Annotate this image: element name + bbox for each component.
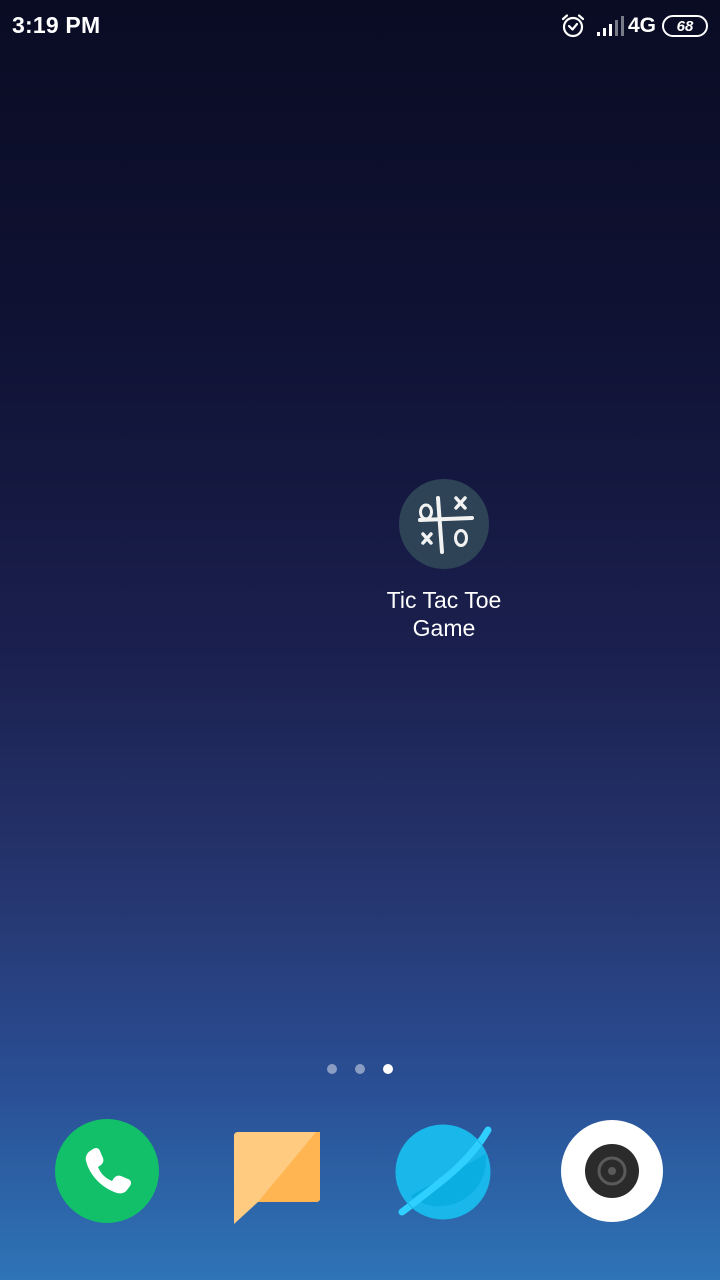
phone-icon — [55, 1119, 159, 1223]
battery-icon: 68 — [662, 15, 708, 37]
messages-icon — [234, 1132, 320, 1224]
page-dot-active[interactable] — [383, 1064, 393, 1074]
status-time: 3:19 PM — [12, 12, 101, 38]
app-label: Tic Tac Toe Game — [364, 586, 524, 642]
dock-app-camera[interactable] — [557, 1116, 667, 1226]
dock-app-phone[interactable] — [52, 1116, 162, 1226]
page-dot[interactable] — [355, 1064, 365, 1074]
page-dot[interactable] — [327, 1064, 337, 1074]
browser-icon — [395, 1124, 492, 1220]
dock-app-browser[interactable] — [388, 1116, 498, 1226]
status-icons: 4G 68 — [560, 11, 708, 41]
app-tic-tac-toe[interactable]: Tic Tac Toe Game — [364, 478, 524, 642]
signal-icon — [596, 16, 624, 36]
dock-app-messages[interactable] — [222, 1116, 332, 1226]
alarm-icon — [561, 14, 585, 38]
tic-tac-toe-icon — [399, 479, 489, 569]
app-label-line-1: Tic Tac Toe — [386, 587, 502, 613]
battery-level: 68 — [676, 17, 694, 35]
page-indicator — [0, 1064, 720, 1074]
camera-icon — [561, 1120, 663, 1222]
status-bar: 3:19 PM 4G 68 — [0, 0, 720, 52]
app-label-line-2: Game — [412, 615, 476, 641]
network-type: 4G — [627, 14, 656, 37]
dock — [0, 1116, 720, 1232]
